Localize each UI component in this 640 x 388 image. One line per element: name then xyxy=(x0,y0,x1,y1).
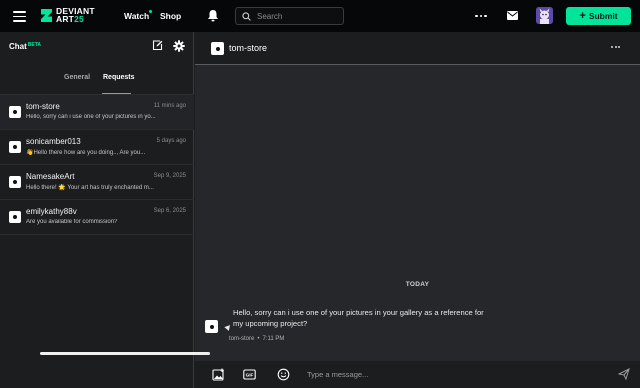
message-author[interactable]: tom-store xyxy=(229,336,254,342)
submit-button[interactable]: + Submit xyxy=(566,7,631,25)
deviantart-logo-icon xyxy=(41,9,52,22)
bell-icon[interactable] xyxy=(207,9,219,22)
mail-icon[interactable] xyxy=(507,11,518,20)
conversation-name: NamesakeArt xyxy=(26,172,75,181)
search-icon xyxy=(242,11,251,21)
logo-line-2: ART25 xyxy=(56,13,95,24)
conversation-preview: 👋Hello there how are you doing.., Are yo… xyxy=(26,150,146,156)
conversation-time: 11 mins ago xyxy=(153,103,186,109)
chat-sidebar: ChatBETA General Requests tom-store 11 m… xyxy=(0,32,194,388)
logo-wordmark: DEVIANT ART25 xyxy=(56,7,95,24)
conversation-name: sonicamber013 xyxy=(26,137,81,146)
nav-watch-link[interactable]: Watch xyxy=(124,11,149,21)
conversation-time: 5 days ago xyxy=(156,138,186,144)
chat-tabs: General Requests xyxy=(0,74,194,95)
message-text: Hello, sorry can i use one of your pictu… xyxy=(233,308,484,328)
add-image-icon[interactable] xyxy=(212,368,225,381)
conversation-time: Sep 9, 2025 xyxy=(153,173,186,179)
conversation-item[interactable]: sonicamber013 5 days ago 👋Hello there ho… xyxy=(0,130,194,165)
svg-text:GIF: GIF xyxy=(246,373,254,378)
nav-shop-link[interactable]: Shop xyxy=(160,11,181,21)
search-box[interactable] xyxy=(235,7,344,25)
avatar xyxy=(9,211,21,223)
avatar xyxy=(9,141,21,153)
conversation-name: tom-store xyxy=(26,102,60,111)
avatar[interactable] xyxy=(205,320,218,333)
conversation-item[interactable]: tom-store 11 mins ago Hello, sorry can i… xyxy=(0,95,194,130)
avatar-image xyxy=(536,7,553,24)
menu-icon[interactable] xyxy=(13,11,26,22)
avatar xyxy=(9,176,21,188)
conversation-time: Sep 6, 2025 xyxy=(153,208,186,214)
meta-separator: • xyxy=(257,336,260,342)
avatar xyxy=(9,106,21,118)
conversation-preview: Are you available for commission? xyxy=(26,219,118,225)
message-composer: GIF xyxy=(195,361,640,388)
conversation-preview: Hello, sorry can i use one of your pictu… xyxy=(26,114,156,120)
send-icon[interactable] xyxy=(618,368,630,380)
tab-general[interactable]: General xyxy=(64,74,90,81)
horizontal-scrollbar[interactable] xyxy=(40,352,210,355)
message-time: 7:11 PM xyxy=(262,336,285,342)
conversation-name: emilykathy88v xyxy=(26,207,77,216)
top-navigation-bar: DEVIANT ART25 Watch Shop + Submit xyxy=(0,0,640,32)
conversation-title[interactable]: tom-store xyxy=(229,43,267,53)
gif-icon[interactable]: GIF xyxy=(243,368,256,381)
conversation-panel: tom-store TODAY Hello, sorry can i use o… xyxy=(195,32,640,388)
conversation-preview: Hello there! 🌟 Your art has truly enchan… xyxy=(26,185,154,191)
conversation-header: tom-store xyxy=(195,32,640,65)
more-options-icon[interactable] xyxy=(474,9,488,23)
deviantart-logo[interactable]: DEVIANT ART25 xyxy=(40,7,95,24)
logo-art: ART xyxy=(56,13,75,24)
avatar[interactable] xyxy=(211,42,224,55)
conversation-item[interactable]: NamesakeArt Sep 9, 2025 Hello there! 🌟 Y… xyxy=(0,165,194,200)
conversation-options-icon[interactable] xyxy=(611,46,621,48)
message-input[interactable] xyxy=(307,366,607,382)
watch-notification-dot xyxy=(149,10,152,13)
tab-requests[interactable]: Requests xyxy=(103,74,135,81)
compose-icon[interactable] xyxy=(152,40,163,51)
search-input[interactable] xyxy=(257,11,342,21)
emoji-icon[interactable] xyxy=(277,368,290,381)
chat-title: ChatBETA xyxy=(9,42,41,51)
beta-badge: BETA xyxy=(27,42,42,48)
message-tail xyxy=(224,325,232,332)
message-meta: tom-store • 7:11 PM xyxy=(229,336,284,342)
plus-icon: + xyxy=(579,10,586,22)
user-avatar[interactable] xyxy=(536,7,553,24)
conversation-item[interactable]: emilykathy88v Sep 6, 2025 Are you availa… xyxy=(0,200,194,235)
gear-icon[interactable] xyxy=(173,40,185,52)
date-separator: TODAY xyxy=(405,281,430,288)
submit-label: Submit xyxy=(588,11,618,21)
logo-25: 25 xyxy=(74,13,84,24)
chat-title-text: Chat xyxy=(9,42,27,51)
